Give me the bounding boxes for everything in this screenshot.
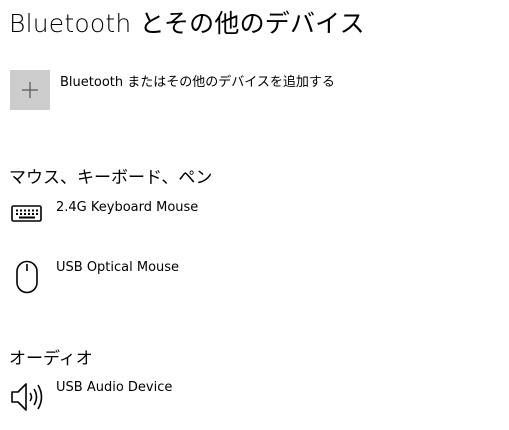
add-device-link[interactable]: Bluetooth またはその他のデバイスを追加する: [60, 71, 335, 90]
device-name: 2.4G Keyboard Mouse: [56, 200, 199, 215]
page-title: Bluetooth とその他のデバイス: [9, 9, 365, 38]
device-item-optical-mouse[interactable]: USB Optical Mouse: [0, 260, 509, 310]
device-name: USB Optical Mouse: [56, 260, 180, 275]
device-item-usb-audio[interactable]: USB Audio Device: [0, 380, 509, 430]
mouse-icon: [16, 260, 38, 294]
device-name: USB Audio Device: [56, 380, 173, 395]
add-device-button[interactable]: [10, 70, 50, 110]
plus-icon: [22, 82, 38, 98]
device-item-keyboard-mouse[interactable]: 2.4G Keyboard Mouse: [0, 200, 509, 250]
keyboard-icon: [11, 205, 42, 222]
speaker-icon: [11, 383, 43, 411]
section-heading-input-devices: マウス、キーボード、ペン: [9, 168, 213, 188]
section-heading-audio: オーディオ: [9, 349, 93, 369]
